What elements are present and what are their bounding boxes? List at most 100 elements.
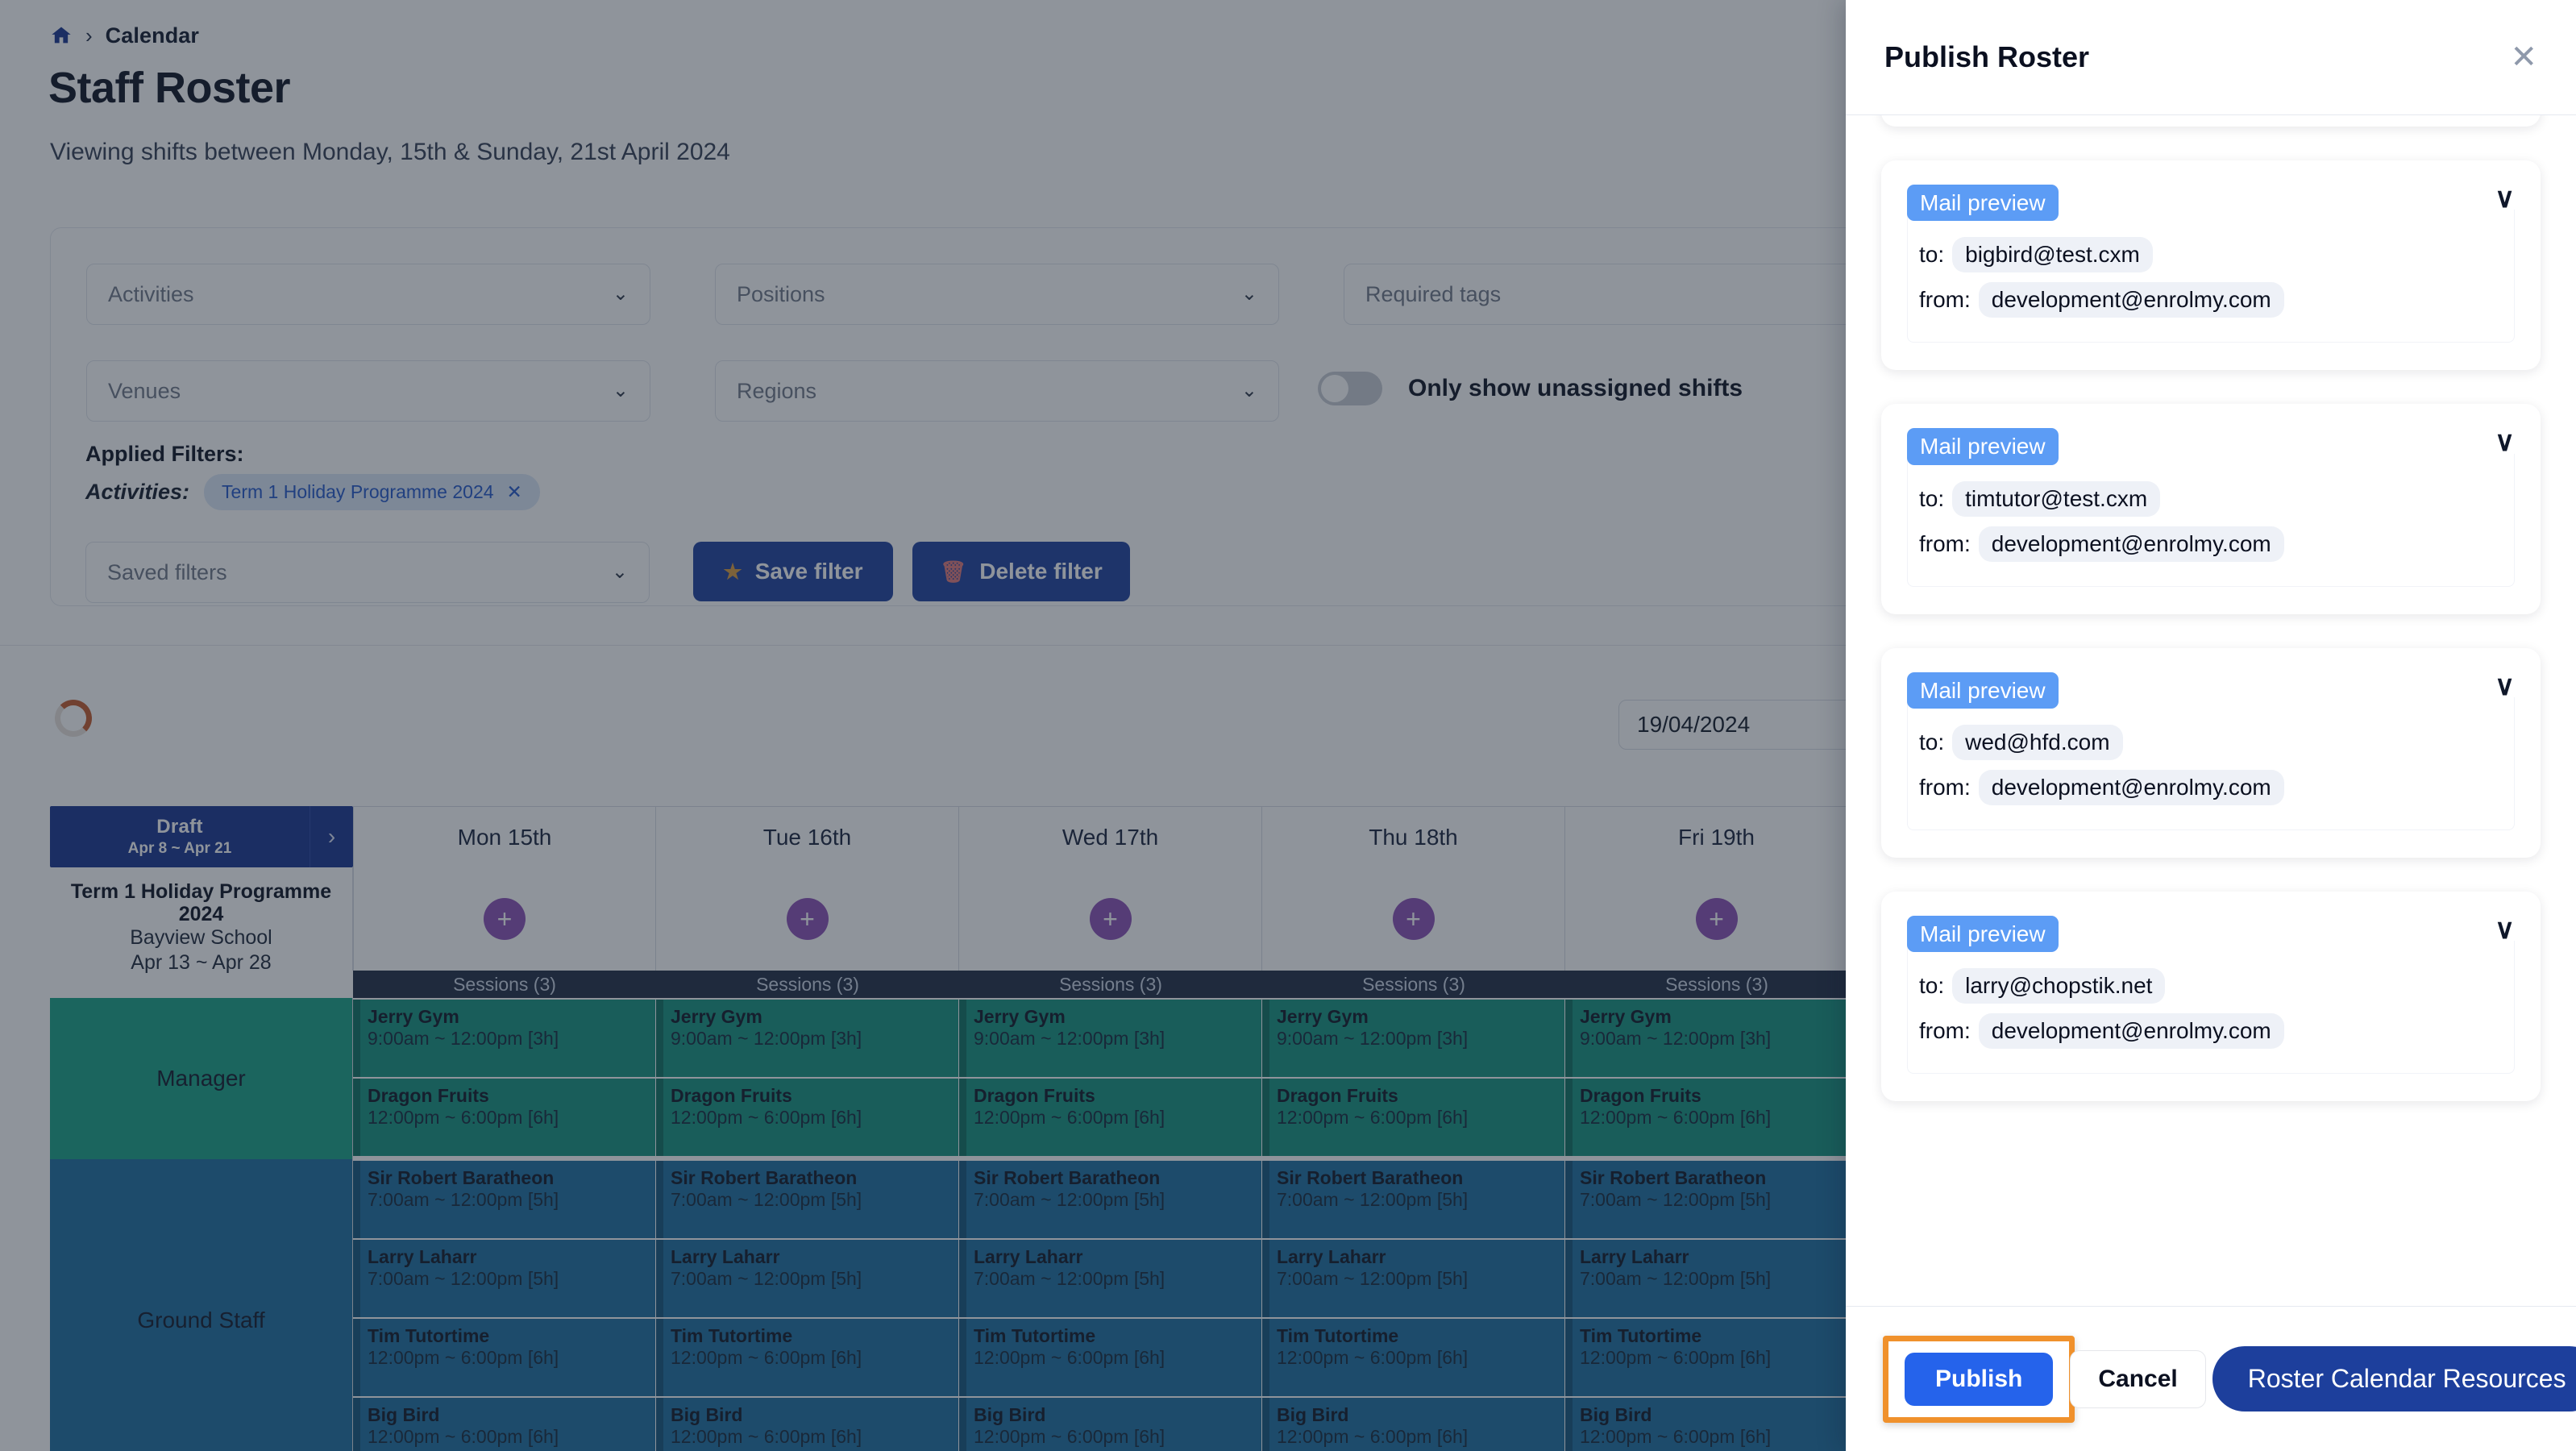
shift-cell[interactable]: Larry Laharr 7:00am ~ 12:00pm [5h] <box>959 1238 1262 1317</box>
shift-cell[interactable]: Larry Laharr 7:00am ~ 12:00pm [5h] <box>656 1238 959 1317</box>
shift-cell[interactable]: Larry Laharr 7:00am ~ 12:00pm [5h] <box>1262 1238 1565 1317</box>
publish-button[interactable]: Publish <box>1905 1352 2054 1406</box>
mail-preview-badge: Mail preview <box>1907 916 2059 953</box>
shift-cell[interactable]: Larry Laharr 7:00am ~ 12:00pm [5h] <box>1565 1238 1868 1317</box>
add-shift-cell-tue[interactable]: + <box>656 867 959 971</box>
shift-row: Jerry Gym 9:00am ~ 12:00pm [3h] Jerry Gy… <box>353 998 1868 1077</box>
positions-select-value: Positions <box>737 281 825 306</box>
positions-select[interactable]: Positions ⌄ <box>715 264 1279 325</box>
mail-to-row: to: bigbird@test.cxm <box>1919 237 2503 273</box>
panel-body[interactable]: Mail preview ∨ to: bigbird@test.cxm from… <box>1846 115 2576 1306</box>
add-shift-cell-thu[interactable]: + <box>1262 867 1565 971</box>
shift-cell[interactable]: Big Bird 12:00pm ~ 6:00pm [6h] <box>959 1396 1262 1451</box>
shift-cell[interactable]: Jerry Gym 9:00am ~ 12:00pm [3h] <box>1262 998 1565 1077</box>
shift-cell[interactable]: Sir Robert Baratheon 7:00am ~ 12:00pm [5… <box>1262 1159 1565 1238</box>
shift-name: Jerry Gym <box>368 1006 459 1027</box>
shift-cell[interactable]: Big Bird 12:00pm ~ 6:00pm [6h] <box>1262 1396 1565 1451</box>
add-shift-cell-fri[interactable]: + <box>1565 867 1868 971</box>
shift-cell[interactable]: Larry Laharr 7:00am ~ 12:00pm [5h] <box>353 1238 656 1317</box>
shift-cell[interactable]: Dragon Fruits 12:00pm ~ 6:00pm [6h] <box>353 1077 656 1156</box>
shift-cell[interactable]: Sir Robert Baratheon 7:00am ~ 12:00pm [5… <box>353 1159 656 1238</box>
home-icon[interactable] <box>50 24 73 47</box>
mail-preview-card-partial[interactable] <box>1881 115 2541 127</box>
roster-calendar: Draft Apr 8 ~ Apr 21 › Mon 15th Tue 16th… <box>50 806 1868 1451</box>
mail-from-row: from: development@enrolmy.com <box>1919 1013 2503 1050</box>
shift-cell[interactable]: Sir Robert Baratheon 7:00am ~ 12:00pm [5… <box>656 1159 959 1238</box>
shift-time: 12:00pm ~ 6:00pm [6h] <box>368 1107 559 1128</box>
shift-cell[interactable]: Sir Robert Baratheon 7:00am ~ 12:00pm [5… <box>1565 1159 1868 1238</box>
loading-spinner-icon <box>55 700 92 737</box>
publish-roster-panel: Publish Roster ✕ Mail preview ∨ to: bigb… <box>1846 0 2576 1451</box>
shift-time: 12:00pm ~ 6:00pm [6h] <box>368 1347 559 1368</box>
shift-name: Sir Robert Baratheon <box>1277 1167 1464 1188</box>
roster-calendar-resources-button[interactable]: Roster Calendar Resources <box>2212 1346 2576 1412</box>
add-shift-cell-mon[interactable]: + <box>353 867 656 971</box>
shift-cell[interactable]: Jerry Gym 9:00am ~ 12:00pm [3h] <box>959 998 1262 1077</box>
panel-title: Publish Roster <box>1884 40 2090 73</box>
draft-badge[interactable]: Draft Apr 8 ~ Apr 21 › <box>50 806 353 867</box>
plus-icon[interactable]: + <box>484 898 526 940</box>
venues-select[interactable]: Venues ⌄ <box>86 360 650 422</box>
plus-icon[interactable]: + <box>1089 898 1132 940</box>
mail-preview-card[interactable]: Mail preview ∨ to: larry@chopstik.net fr… <box>1881 892 2541 1102</box>
shift-time: 12:00pm ~ 6:00pm [6h] <box>974 1426 1165 1447</box>
shift-cell[interactable]: Sir Robert Baratheon 7:00am ~ 12:00pm [5… <box>959 1159 1262 1238</box>
shift-time: 12:00pm ~ 6:00pm [6h] <box>1580 1107 1772 1128</box>
shift-cell[interactable]: Dragon Fruits 12:00pm ~ 6:00pm [6h] <box>959 1077 1262 1156</box>
date-input[interactable]: 19/04/2024 <box>1618 700 1860 750</box>
draft-range: Apr 8 ~ Apr 21 <box>127 840 232 857</box>
shift-name: Larry Laharr <box>1277 1246 1386 1267</box>
venues-select-value: Venues <box>108 378 181 403</box>
delete-filter-button[interactable]: 🗑 Delete filter <box>912 542 1130 601</box>
chevron-right-icon[interactable]: › <box>310 806 353 867</box>
shift-cell[interactable]: Jerry Gym 9:00am ~ 12:00pm [3h] <box>1565 998 1868 1077</box>
mail-preview-card[interactable]: Mail preview ∨ to: timtutor@test.cxm fro… <box>1881 404 2541 614</box>
mail-preview-card[interactable]: Mail preview ∨ to: bigbird@test.cxm from… <box>1881 160 2541 371</box>
saved-filters-select[interactable]: Saved filters ⌄ <box>85 542 650 603</box>
shift-cell[interactable]: Tim Tutortime 12:00pm ~ 6:00pm [6h] <box>959 1317 1262 1396</box>
mail-preview-card[interactable]: Mail preview ∨ to: wed@hfd.com from: dev… <box>1881 647 2541 859</box>
breadcrumb-item-calendar[interactable]: Calendar <box>106 23 199 48</box>
shift-cell[interactable]: Tim Tutortime 12:00pm ~ 6:00pm [6h] <box>1262 1317 1565 1396</box>
shift-cell[interactable]: Big Bird 12:00pm ~ 6:00pm [6h] <box>1565 1396 1868 1451</box>
shift-cell[interactable]: Jerry Gym 9:00am ~ 12:00pm [3h] <box>656 998 959 1077</box>
calendar-sessions-row: Sessions (3) Sessions (3) Sessions (3) S… <box>50 971 1868 998</box>
shift-name: Sir Robert Baratheon <box>671 1167 858 1188</box>
calendar-programme-row: Term 1 Holiday Programme 2024 Bayview Sc… <box>50 867 1868 974</box>
chevron-down-icon[interactable]: ∨ <box>2495 185 2515 212</box>
shift-time: 7:00am ~ 12:00pm [5h] <box>368 1189 559 1210</box>
day-header-fri: Fri 19th <box>1565 806 1868 867</box>
chevron-down-icon[interactable]: ∨ <box>2495 916 2515 943</box>
shift-cell[interactable]: Big Bird 12:00pm ~ 6:00pm [6h] <box>656 1396 959 1451</box>
shift-cell[interactable]: Big Bird 12:00pm ~ 6:00pm [6h] <box>353 1396 656 1451</box>
shift-name: Tim Tutortime <box>368 1325 490 1346</box>
mail-preview-badge: Mail preview <box>1907 428 2059 465</box>
shift-cell[interactable]: Tim Tutortime 12:00pm ~ 6:00pm [6h] <box>1565 1317 1868 1396</box>
mail-fields: to: bigbird@test.cxm from: development@e… <box>1907 210 2515 343</box>
regions-select[interactable]: Regions ⌄ <box>715 360 1279 422</box>
close-icon[interactable]: ✕ <box>507 481 522 503</box>
add-shift-cell-wed[interactable]: + <box>959 867 1262 971</box>
applied-filter-key: Activities: <box>85 480 190 504</box>
shift-cell[interactable]: Tim Tutortime 12:00pm ~ 6:00pm [6h] <box>656 1317 959 1396</box>
plus-icon[interactable]: + <box>1695 898 1738 940</box>
shift-name: Big Bird <box>1580 1404 1652 1425</box>
activities-select[interactable]: Activities ⌄ <box>86 264 650 325</box>
unassigned-toggle-group[interactable]: Only show unassigned shifts <box>1318 372 1743 405</box>
shift-cell[interactable]: Dragon Fruits 12:00pm ~ 6:00pm [6h] <box>1565 1077 1868 1156</box>
chevron-down-icon[interactable]: ∨ <box>2495 672 2515 700</box>
close-icon[interactable]: ✕ <box>2510 41 2537 73</box>
shift-cell[interactable]: Dragon Fruits 12:00pm ~ 6:00pm [6h] <box>656 1077 959 1156</box>
shift-cell[interactable]: Jerry Gym 9:00am ~ 12:00pm [3h] <box>353 998 656 1077</box>
save-filter-button[interactable]: ★ Save filter <box>693 542 893 601</box>
plus-icon[interactable]: + <box>786 898 829 940</box>
applied-filter-chip[interactable]: Term 1 Holiday Programme 2024 ✕ <box>204 474 540 510</box>
unassigned-toggle[interactable] <box>1318 372 1382 405</box>
chevron-down-icon[interactable]: ∨ <box>2495 428 2515 455</box>
cancel-button[interactable]: Cancel <box>2070 1349 2206 1408</box>
plus-icon[interactable]: + <box>1392 898 1435 940</box>
shift-cell[interactable]: Tim Tutortime 12:00pm ~ 6:00pm [6h] <box>353 1317 656 1396</box>
mail-to-row: to: timtutor@test.cxm <box>1919 480 2503 517</box>
required-tags-select[interactable]: Required tags ⌄ <box>1344 264 1908 325</box>
shift-cell[interactable]: Dragon Fruits 12:00pm ~ 6:00pm [6h] <box>1262 1077 1565 1156</box>
